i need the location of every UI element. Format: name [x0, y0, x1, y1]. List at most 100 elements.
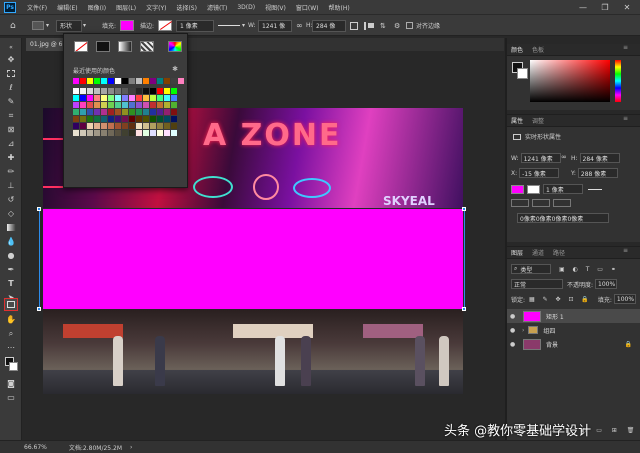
recent-color-swatch[interactable]	[80, 78, 86, 84]
recent-color-swatch[interactable]	[171, 78, 177, 84]
dodge-tool-icon[interactable]: ●	[4, 250, 18, 261]
tab-paths[interactable]: 路径	[553, 248, 565, 257]
color-swatch[interactable]	[87, 109, 93, 115]
color-swatch[interactable]	[122, 123, 128, 129]
color-swatch[interactable]	[129, 95, 135, 101]
color-swatch[interactable]	[73, 123, 79, 129]
home-icon[interactable]: ⌂	[10, 19, 16, 32]
menu-layer[interactable]: 图层(L)	[111, 3, 141, 12]
color-swatch[interactable]	[80, 123, 86, 129]
color-swatch[interactable]	[171, 109, 177, 115]
color-spectrum[interactable]	[530, 60, 610, 102]
recent-color-swatch[interactable]	[150, 78, 156, 84]
color-swatch[interactable]	[164, 109, 170, 115]
color-swatch[interactable]	[122, 95, 128, 101]
color-swatch[interactable]	[101, 109, 107, 115]
w-field[interactable]: 1241 像	[258, 19, 292, 32]
history-brush-tool-icon[interactable]: ↺	[4, 194, 18, 205]
color-swatch[interactable]	[129, 116, 135, 122]
color-swatch[interactable]	[143, 102, 149, 108]
background-color[interactable]	[517, 68, 528, 79]
color-swatch[interactable]	[150, 109, 156, 115]
link-icon[interactable]: ∞	[296, 19, 303, 32]
tab-color[interactable]: 颜色	[511, 45, 523, 54]
color-swatch[interactable]	[94, 109, 100, 115]
color-swatch[interactable]	[80, 95, 86, 101]
color-swatch[interactable]	[87, 88, 93, 94]
tab-layers[interactable]: 图层	[511, 248, 523, 257]
filter-icons[interactable]: ▣ ◐ T ▭ ⚭	[559, 266, 619, 273]
eyedropper-tool-icon[interactable]: ⊿	[4, 138, 18, 149]
blur-tool-icon[interactable]: 💧	[4, 236, 18, 247]
layer-row[interactable]: ● › 组四	[507, 323, 640, 337]
color-swatch[interactable]	[87, 102, 93, 108]
color-swatches[interactable]	[4, 356, 18, 372]
color-swatch[interactable]	[108, 116, 114, 122]
color-swatch[interactable]	[94, 123, 100, 129]
color-swatch[interactable]	[136, 109, 142, 115]
color-swatch[interactable]	[150, 88, 156, 94]
color-swatch[interactable]	[164, 88, 170, 94]
color-swatch[interactable]	[101, 102, 107, 108]
color-swatch[interactable]	[129, 102, 135, 108]
color-swatch[interactable]	[87, 116, 93, 122]
gradient-option[interactable]	[118, 41, 132, 52]
color-swatch[interactable]	[157, 95, 163, 101]
background-color[interactable]	[9, 362, 18, 371]
color-swatch[interactable]	[171, 116, 177, 122]
color-swatch[interactable]	[108, 130, 114, 136]
pen-tool-icon[interactable]: ✒	[4, 264, 18, 275]
color-swatch[interactable]	[80, 116, 86, 122]
color-swatch[interactable]	[115, 109, 121, 115]
color-swatch[interactable]	[94, 95, 100, 101]
rectangle-tool-icon[interactable]	[4, 298, 18, 311]
color-swatch[interactable]	[115, 130, 121, 136]
fill-swatch[interactable]	[511, 184, 524, 194]
color-swatch[interactable]	[122, 130, 128, 136]
tool-preset-picker[interactable]: ▾	[32, 19, 49, 32]
opacity-field[interactable]: 100%	[595, 279, 618, 289]
color-swatch[interactable]	[115, 88, 121, 94]
eraser-tool-icon[interactable]: ◇	[4, 208, 18, 219]
color-swatch[interactable]	[129, 109, 135, 115]
align-edges-checkbox[interactable]: 对齐边缘	[406, 19, 440, 32]
menu-file[interactable]: 文件(F)	[22, 3, 52, 12]
menu-help[interactable]: 帮助(H)	[324, 3, 355, 12]
color-swatch[interactable]	[164, 102, 170, 108]
color-swatch[interactable]	[129, 130, 135, 136]
solid-color-option[interactable]	[96, 41, 110, 52]
color-swatch[interactable]	[136, 130, 142, 136]
color-swatch[interactable]	[73, 88, 79, 94]
color-swatch[interactable]	[101, 116, 107, 122]
color-swatch[interactable]	[73, 102, 79, 108]
color-swatch[interactable]	[157, 109, 163, 115]
transform-handle[interactable]	[37, 207, 41, 211]
color-swatch[interactable]	[143, 109, 149, 115]
color-swatch[interactable]	[150, 95, 156, 101]
expand-arrow-icon[interactable]: ›	[522, 327, 524, 334]
edit-toolbar-icon[interactable]: ⋯	[4, 342, 18, 353]
stroke-swatch[interactable]	[527, 184, 540, 194]
color-swatch[interactable]	[157, 116, 163, 122]
brush-tool-icon[interactable]: ✏	[4, 166, 18, 177]
maximize-button[interactable]: ❐	[594, 0, 616, 14]
color-swatch[interactable]	[157, 88, 163, 94]
color-swatch[interactable]	[143, 95, 149, 101]
color-swatch[interactable]	[143, 116, 149, 122]
color-swatch[interactable]	[108, 95, 114, 101]
menu-window[interactable]: 窗口(W)	[291, 3, 324, 12]
color-swatch[interactable]	[80, 109, 86, 115]
color-swatch[interactable]	[136, 123, 142, 129]
stroke-type-select[interactable]	[588, 188, 602, 190]
color-swatch[interactable]	[171, 102, 177, 108]
recent-color-swatch[interactable]	[164, 78, 170, 84]
color-swatch[interactable]	[101, 88, 107, 94]
marquee-tool-icon[interactable]	[4, 68, 18, 79]
color-swatch[interactable]	[150, 116, 156, 122]
color-swatch[interactable]	[108, 123, 114, 129]
menu-view[interactable]: 视图(V)	[260, 3, 291, 12]
path-ops-icon[interactable]	[350, 19, 358, 32]
color-swatch[interactable]	[122, 116, 128, 122]
color-swatch[interactable]	[171, 123, 177, 129]
panel-menu-icon[interactable]: ≡	[623, 115, 628, 122]
